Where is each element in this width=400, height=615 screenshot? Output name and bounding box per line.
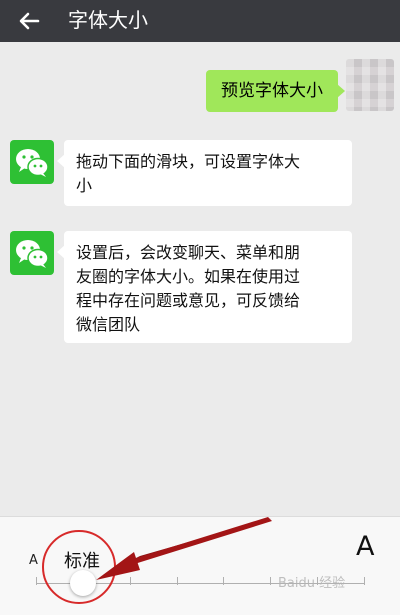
watermark: Baidu 经验: [278, 576, 346, 591]
annotation-arrow: [96, 517, 272, 580]
